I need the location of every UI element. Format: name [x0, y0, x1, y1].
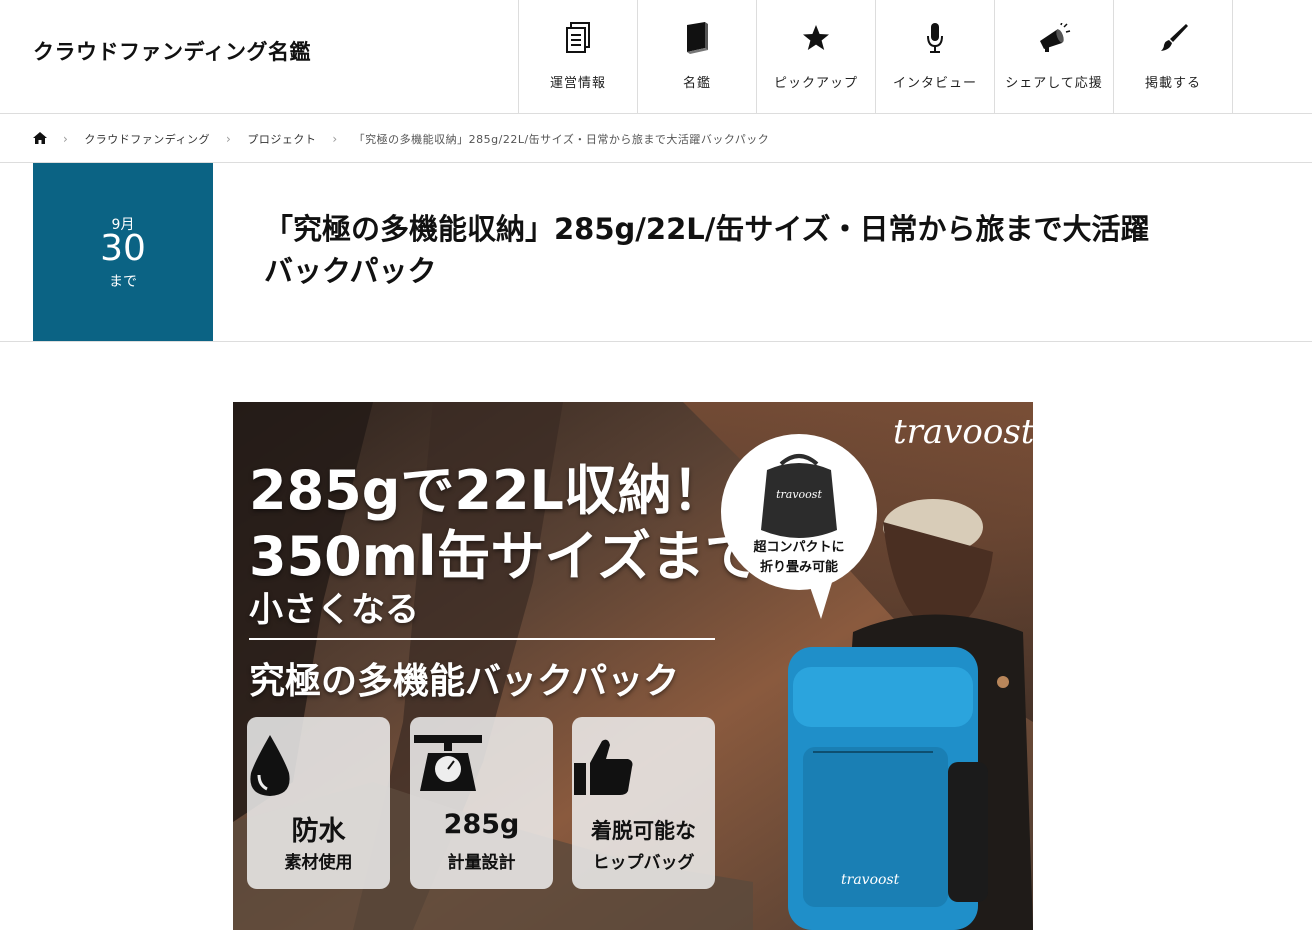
chevron-right-icon: › [226, 132, 232, 146]
brush-icon [1114, 18, 1232, 58]
bubble-line-1: 超コンパクトに [753, 540, 845, 555]
breadcrumb-item-crowdfunding[interactable]: クラウドファンディング [84, 131, 210, 147]
page-title: 「究極の多機能収納」285g/22L/缶サイズ・日常から旅まで大活躍 バックパッ… [264, 208, 1254, 292]
divider [0, 341, 1312, 342]
water-drop-icon [247, 735, 390, 805]
compact-callout-bubble: travoost 超コンパクトに 折り畳み可能 [721, 434, 877, 619]
banner-headline-2: 350ml缶サイズまで [249, 525, 759, 588]
banner-rule [249, 638, 715, 640]
nav-item-pickup[interactable]: ピックアップ [757, 0, 876, 113]
thumbs-up-icon [572, 735, 715, 805]
feature-subtitle: ヒップバッグ [592, 853, 695, 873]
banner-subhead: 究極の多機能バックパック [249, 661, 680, 702]
breadcrumb: › クラウドファンディング › プロジェクト › 「究極の多機能収納」285g/… [33, 128, 769, 150]
chevron-right-icon: › [332, 132, 338, 146]
feature-title: 防水 [291, 816, 346, 847]
nav-item-share-support[interactable]: シェアして応援 [995, 0, 1114, 113]
nav-label: 運営情報 [549, 76, 606, 91]
site-header: クラウドファンディング名鑑 運営情報 名鑑 ピックアップ インタビュー シェアし… [0, 0, 1312, 114]
bubble-line-2: 折り畳み可能 [759, 560, 838, 575]
scale-icon [410, 735, 553, 805]
star-icon [757, 18, 875, 58]
nav-label: シェアして応援 [1005, 76, 1103, 91]
hero-banner-image: travoost 285gで22L収納！ 350ml缶サイズまで 小さくなる 究… [233, 402, 1033, 930]
feature-card-weight: 285g 計量設計 [410, 717, 553, 889]
deadline-badge: 9月 30 まで [33, 163, 213, 342]
feature-card-waterproof: 防水 素材使用 [247, 717, 390, 889]
breadcrumb-item-current: 「究極の多機能収納」285g/22L/缶サイズ・日常から旅まで大活躍バックパック [353, 133, 770, 146]
breadcrumb-item-project[interactable]: プロジェクト [247, 131, 316, 147]
feature-subtitle: 計量設計 [447, 853, 516, 873]
banner-headline-3: 小さくなる [249, 590, 419, 630]
feature-card-hip-bag: 着脱可能な ヒップバッグ [572, 717, 715, 889]
microphone-icon [876, 18, 994, 58]
main-nav: 運営情報 名鑑 ピックアップ インタビュー シェアして応援 掲載する [518, 0, 1233, 113]
feature-subtitle: 素材使用 [284, 853, 353, 873]
nav-item-interview[interactable]: インタビュー [876, 0, 995, 113]
site-title[interactable]: クラウドファンディング名鑑 [33, 36, 311, 66]
page-title-line1: 「究極の多機能収納」285g/22L/缶サイズ・日常から旅まで大活躍 [264, 212, 1150, 246]
pouch-brand: travoost [776, 488, 822, 501]
bag-brand: travoost [841, 872, 900, 888]
nav-item-operation-info[interactable]: 運営情報 [519, 0, 638, 113]
feature-title: 着脱可能な [591, 819, 696, 843]
bubble-text: 超コンパクトに 折り畳み可能 [721, 538, 877, 578]
page-title-line2: バックパック [264, 254, 437, 288]
deadline-day: 30 [100, 228, 146, 269]
nav-label: 掲載する [1144, 76, 1201, 91]
chevron-right-icon: › [63, 132, 69, 146]
book-icon [638, 18, 756, 58]
nav-label: ピックアップ [773, 76, 858, 91]
nav-label: 名鑑 [682, 76, 711, 91]
feature-title: 285g [443, 809, 520, 840]
nav-label: インタビュー [892, 76, 977, 91]
nav-item-directory[interactable]: 名鑑 [638, 0, 757, 113]
brand-logo: travoost [893, 412, 1033, 452]
deadline-suffix: まで [109, 274, 137, 290]
home-icon[interactable] [33, 131, 47, 147]
pouch-graphic [761, 454, 837, 619]
nav-item-post[interactable]: 掲載する [1114, 0, 1233, 113]
megaphone-icon [995, 18, 1113, 58]
document-icon [519, 18, 637, 58]
